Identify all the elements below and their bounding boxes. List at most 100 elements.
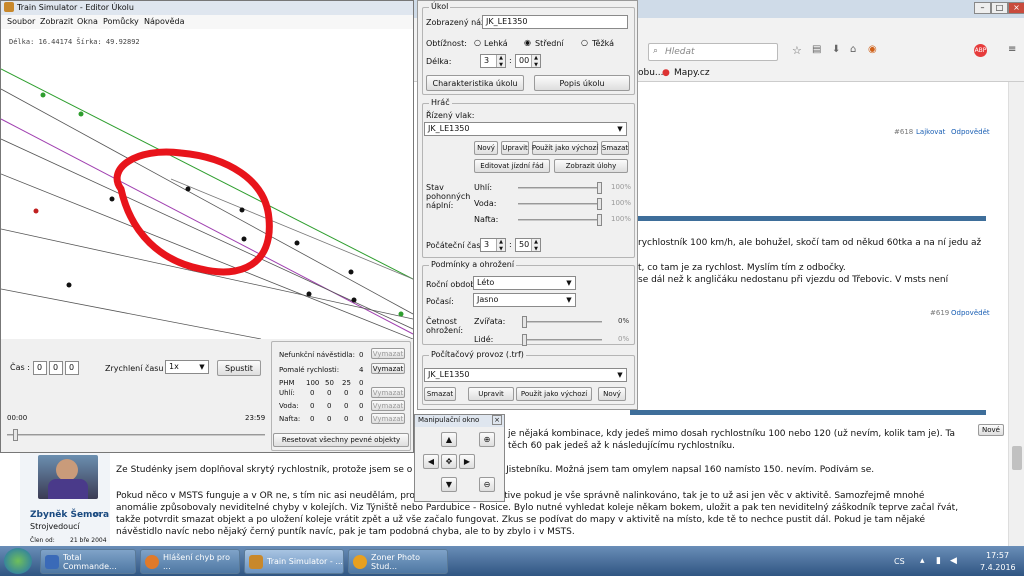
menu-soubor[interactable]: Soubor xyxy=(7,17,35,26)
length-hours[interactable]: 3 ▲ ▼ xyxy=(480,54,506,68)
use-default-button[interactable]: Použít jako výchozí xyxy=(532,141,598,155)
reset-objects-button[interactable]: Resetovat všechny pevné objekty xyxy=(273,433,409,447)
stat-value: 4 xyxy=(359,366,364,374)
network-icon[interactable]: ▮ xyxy=(936,556,941,566)
weather-select[interactable]: Jasno ▼ xyxy=(473,293,576,307)
map-view[interactable]: Délka: 16.44174 Šírka: 49.92892 xyxy=(1,29,413,339)
bookmark-ellipsis[interactable]: obu... xyxy=(638,68,664,78)
task-description-button[interactable]: Popis úkolu xyxy=(534,75,630,91)
language-indicator[interactable]: CS xyxy=(894,557,905,566)
train-select[interactable]: JK_LE1350 ▼ xyxy=(424,122,627,136)
new-train-button[interactable]: Nový xyxy=(474,141,498,155)
task-characteristics-button[interactable]: Charakteristika úkolu xyxy=(426,75,524,91)
home-icon[interactable]: ⌂ xyxy=(850,44,856,55)
clock-time[interactable]: 17:57 xyxy=(986,551,1009,560)
slider-thumb[interactable] xyxy=(522,316,527,328)
people-slider[interactable] xyxy=(522,334,602,346)
track-node xyxy=(348,269,354,275)
menu-okna[interactable]: Okna xyxy=(77,17,98,26)
delete-train-button[interactable]: Smazat xyxy=(601,141,629,155)
track-map xyxy=(1,68,413,339)
menu-napoveda[interactable]: Nápověda xyxy=(144,17,185,26)
clear-button[interactable]: Vymazat xyxy=(371,400,405,411)
maximize-button[interactable]: □ xyxy=(991,2,1008,14)
arrow-right-button[interactable]: ▶ xyxy=(459,454,475,469)
traffic-new-button[interactable]: Nový xyxy=(598,387,626,401)
slider-thumb[interactable] xyxy=(597,214,602,226)
season-select[interactable]: Léto ▼ xyxy=(473,276,576,290)
diesel-slider[interactable] xyxy=(518,214,602,226)
acceleration-select[interactable]: 1x ▼ xyxy=(165,360,209,374)
move-center-button[interactable]: ✥ xyxy=(441,454,457,469)
radio-hard[interactable]: ○ xyxy=(581,38,588,47)
scrollbar[interactable] xyxy=(1008,82,1024,546)
arrow-up-button[interactable]: ▲ xyxy=(441,432,457,447)
arrow-down-button[interactable]: ▼ xyxy=(441,477,457,492)
slider-thumb[interactable] xyxy=(597,182,602,194)
start-hours[interactable]: 3 ▲ ▼ xyxy=(480,238,506,252)
clear-button[interactable]: Vymazat xyxy=(371,348,405,359)
edit-timetable-button[interactable]: Editovat jízdní řád xyxy=(474,159,550,173)
close-button[interactable]: × xyxy=(1008,2,1024,14)
star-icon[interactable]: ☆ xyxy=(792,44,802,57)
traffic-delete-button[interactable]: Smazat xyxy=(424,387,456,401)
name-field[interactable]: JK_LE1350 xyxy=(482,15,628,29)
track-line xyxy=(1,88,413,315)
arrow-left-button[interactable]: ◀ xyxy=(423,454,439,469)
radio-medium[interactable]: ◉ xyxy=(524,38,531,47)
clear-button[interactable]: Vymazat xyxy=(371,413,405,424)
download-icon[interactable]: ⬇ xyxy=(832,44,840,55)
reply-link[interactable]: Odpovědět xyxy=(951,128,990,136)
traffic-default-button[interactable]: Použít jako výchozí xyxy=(516,387,592,401)
menu-pomucky[interactable]: Pomůcky xyxy=(103,17,139,26)
radio-easy[interactable]: ○ xyxy=(474,38,481,47)
menu-zobrazit[interactable]: Zobrazit xyxy=(40,17,73,26)
reply-link[interactable]: Odpovědět xyxy=(951,309,990,317)
clear-button[interactable]: Vymazat xyxy=(371,363,405,374)
start-button[interactable] xyxy=(4,548,32,574)
show-tasks-button[interactable]: Zobrazit úlohy xyxy=(554,159,628,173)
start-button[interactable]: Spustit xyxy=(217,360,261,376)
taskbar-item[interactable]: Total Commande... xyxy=(40,549,136,574)
bookmark-maps[interactable]: Mapy.cz xyxy=(674,68,710,78)
water-slider[interactable] xyxy=(518,198,602,210)
coal-slider[interactable] xyxy=(518,182,602,194)
time-minutes[interactable]: 0 xyxy=(49,361,63,375)
clock-date[interactable]: 7.4.2016 xyxy=(980,563,1016,572)
time-seconds[interactable]: 0 xyxy=(65,361,79,375)
traffic-edit-button[interactable]: Upravit xyxy=(468,387,514,401)
like-link[interactable]: Lajkovat xyxy=(916,128,945,136)
edit-train-button[interactable]: Upravit xyxy=(501,141,529,155)
clear-button[interactable]: Vymazat xyxy=(371,387,405,398)
tray-icon[interactable]: ▴ xyxy=(920,556,925,566)
track-line xyxy=(1,288,262,339)
taskbar-item[interactable]: Hlášení chyb pro ... xyxy=(140,549,240,574)
scrollbar-thumb[interactable] xyxy=(1012,446,1022,470)
start-minutes[interactable]: 50 ▲ ▼ xyxy=(515,238,541,252)
taskbar-item[interactable]: Train Simulator - ... xyxy=(244,549,344,574)
traffic-select[interactable]: JK_LE1350 ▼ xyxy=(424,368,627,382)
slider-thumb[interactable] xyxy=(522,334,527,346)
length-minutes[interactable]: 00 ▲ ▼ xyxy=(515,54,541,68)
minimize-button[interactable]: – xyxy=(974,2,991,14)
zoom-in-button[interactable]: ⊕ xyxy=(479,432,495,447)
timeline-slider[interactable] xyxy=(7,429,265,441)
animals-slider[interactable] xyxy=(522,316,602,328)
close-icon[interactable]: × xyxy=(492,415,502,425)
clipboard-icon[interactable]: ▤ xyxy=(812,44,821,55)
timeline-thumb[interactable] xyxy=(13,429,18,441)
track-node xyxy=(306,291,312,297)
time-hours[interactable]: 0 xyxy=(33,361,47,375)
new-posts-button[interactable]: Nové xyxy=(978,424,1004,436)
difficulty-easy: Lehká xyxy=(484,39,508,48)
firefox-icon[interactable]: ◉ xyxy=(868,44,877,55)
menu-icon[interactable]: ≡ xyxy=(1008,44,1016,55)
zoom-out-button[interactable]: ⊖ xyxy=(479,477,495,492)
avatar xyxy=(38,455,98,499)
volume-icon[interactable]: ◀ xyxy=(950,556,957,566)
taskbar-item[interactable]: Zoner Photo Stud... xyxy=(348,549,448,574)
search-field[interactable]: ⌕ Hledat xyxy=(648,43,778,61)
mail-icon[interactable]: ✉ xyxy=(94,510,101,519)
adblock-icon[interactable]: ABP xyxy=(974,44,987,57)
slider-thumb[interactable] xyxy=(597,198,602,210)
